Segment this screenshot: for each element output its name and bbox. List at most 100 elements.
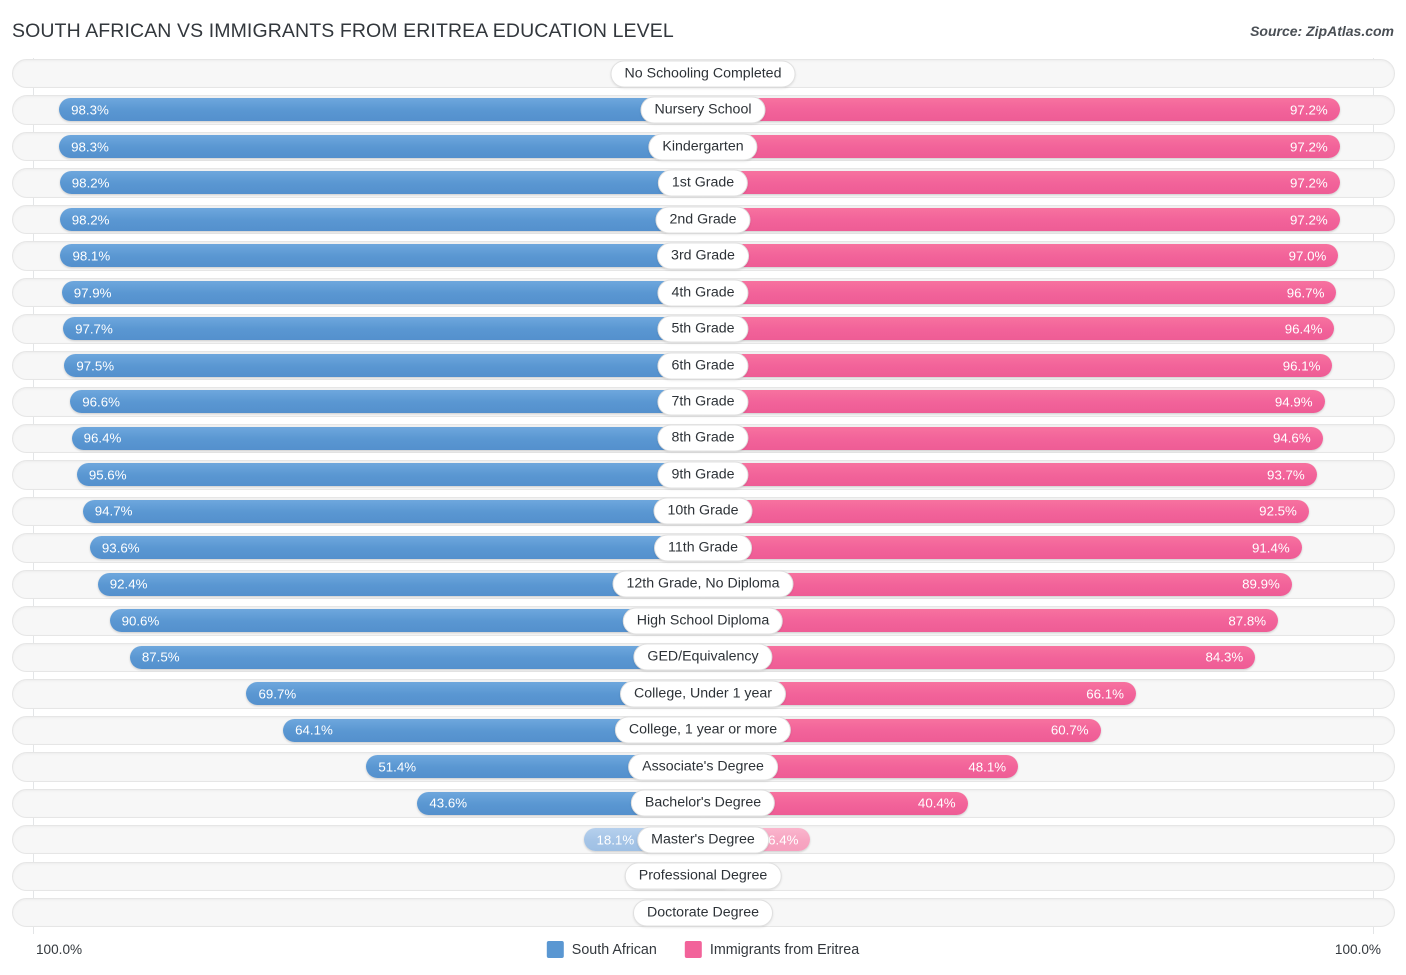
chart-row: 18.1% 16.4% Master's Degree (0, 824, 1406, 855)
bar-south-african (59, 98, 703, 122)
chart-row: 1.8%2.8%No Schooling Completed (0, 58, 1406, 89)
value-label-immigrants-eritrea: 94.6% (1272, 430, 1311, 446)
category-label[interactable]: Kindergarten (648, 133, 758, 161)
value-label-immigrants-eritrea: 66.1% (1086, 686, 1124, 702)
bar-south-african (63, 317, 703, 341)
value-label-immigrants-eritrea: 91.4% (1251, 540, 1290, 556)
bar-immigrants-eritrea (703, 390, 1325, 414)
category-label[interactable]: 5th Grade (657, 315, 749, 343)
category-label[interactable]: Bachelor's Degree (630, 789, 776, 817)
value-label-immigrants-eritrea: 84.3% (1205, 649, 1244, 665)
value-label-immigrants-eritrea: 96.1% (1282, 358, 1321, 374)
value-label-immigrants-eritrea: 97.2% (1289, 212, 1328, 228)
category-label[interactable]: 1st Grade (657, 169, 749, 197)
chart-row: 43.6% 40.4% Bachelor's Degree (0, 788, 1406, 819)
category-label[interactable]: 10th Grade (653, 497, 753, 525)
category-label[interactable]: 8th Grade (657, 424, 749, 452)
bar-south-african (70, 390, 703, 414)
category-label[interactable]: Professional Degree (624, 862, 782, 890)
bar-south-african (82, 499, 703, 523)
value-label-immigrants-eritrea: 96.7% (1286, 285, 1325, 301)
bar-immigrants-eritrea (703, 645, 1256, 669)
bar-south-african (61, 280, 703, 304)
chart-row: 64.1% 60.7% College, 1 year or more (0, 715, 1406, 746)
value-label-south-african: 96.4% (83, 430, 122, 446)
bar-immigrants-eritrea (703, 463, 1317, 487)
value-label-south-african: 98.2% (71, 175, 110, 191)
bar-south-african (129, 645, 703, 669)
category-label[interactable]: Associate's Degree (628, 753, 778, 781)
value-label-immigrants-eritrea: 97.2% (1289, 139, 1328, 155)
value-label-south-african: 69.7% (258, 686, 297, 702)
bar-south-african (109, 609, 703, 633)
value-label-immigrants-eritrea: 40.4% (917, 795, 956, 811)
bar-south-african (59, 207, 703, 231)
value-label-south-african: 97.9% (73, 285, 112, 301)
bar-south-african (64, 353, 703, 377)
value-label-south-african: 94.7% (94, 503, 133, 519)
chart-page: SOUTH AFRICAN VS IMMIGRANTS FROM ERITREA… (0, 0, 1406, 975)
value-label-south-african: 98.3% (71, 102, 109, 118)
category-label[interactable]: 9th Grade (657, 461, 749, 489)
bar-immigrants-eritrea (703, 171, 1340, 195)
value-label-immigrants-eritrea: 97.2% (1289, 175, 1328, 191)
value-label-immigrants-eritrea: 92.5% (1259, 503, 1297, 519)
value-label-immigrants-eritrea: 96.4% (1284, 321, 1323, 337)
category-label[interactable]: Doctorate Degree (633, 899, 773, 927)
category-label[interactable]: 12th Grade, No Diploma (612, 570, 794, 598)
value-label-south-african: 98.2% (71, 212, 110, 228)
chart-row: 87.5% 84.3% GED/Equivalency (0, 642, 1406, 673)
value-label-south-african: 96.6% (82, 394, 120, 410)
chart-row: 90.6% 87.8% High School Diploma (0, 605, 1406, 636)
bar-south-african (59, 134, 703, 158)
chart-row: 94.7% 92.5% 10th Grade (0, 496, 1406, 527)
legend-item-south-african[interactable]: South African (546, 941, 657, 958)
bar-immigrants-eritrea (703, 207, 1340, 231)
value-label-immigrants-eritrea: 93.7% (1267, 467, 1305, 483)
bar-immigrants-eritrea (703, 317, 1335, 341)
category-label[interactable]: 6th Grade (657, 352, 749, 380)
chart-row: 98.3% 97.2% Nursery School (0, 94, 1406, 125)
chart-row: 51.4% 48.1% Associate's Degree (0, 751, 1406, 782)
category-label[interactable]: No Schooling Completed (610, 60, 796, 88)
chart-plot-area: 1.8%2.8%No Schooling Completed 98.3% 97.2%… (0, 58, 1406, 938)
value-label-south-african: 18.1% (596, 832, 635, 848)
chart-row: 98.3% 97.2% Kindergarten (0, 131, 1406, 162)
bar-immigrants-eritrea (703, 353, 1333, 377)
category-label[interactable]: College, 1 year or more (614, 716, 792, 744)
value-label-south-african: 98.1% (72, 248, 111, 264)
bar-south-african (60, 244, 703, 268)
axis-label-right: 100.0% (1334, 942, 1381, 957)
bar-immigrants-eritrea (703, 426, 1323, 450)
category-label[interactable]: College, Under 1 year (619, 680, 787, 708)
category-label[interactable]: 2nd Grade (655, 206, 751, 234)
value-label-immigrants-eritrea: 87.8% (1228, 613, 1267, 629)
chart-row: 97.9% 96.7% 4th Grade (0, 277, 1406, 308)
source-attribution: Source: ZipAtlas.com (1250, 23, 1394, 39)
value-label-south-african: 90.6% (121, 613, 160, 629)
category-label[interactable]: Master's Degree (637, 826, 769, 854)
chart-legend: South African Immigrants from Eritrea (546, 941, 859, 958)
category-label[interactable]: 4th Grade (657, 279, 749, 307)
chart-row: 2.3%2.1%Doctorate Degree (0, 897, 1406, 928)
legend-item-immigrants-eritrea[interactable]: Immigrants from Eritrea (684, 941, 859, 958)
value-label-immigrants-eritrea: 97.2% (1289, 102, 1328, 118)
value-label-immigrants-eritrea: 60.7% (1050, 722, 1089, 738)
value-label-south-african: 93.6% (101, 540, 140, 556)
bar-south-african (76, 463, 703, 487)
chart-row: 98.2% 97.2% 2nd Grade (0, 204, 1406, 235)
legend-label-south-african: South African (571, 941, 657, 958)
category-label[interactable]: 3rd Grade (657, 242, 749, 270)
category-label[interactable]: GED/Equivalency (633, 643, 773, 671)
value-label-south-african: 95.6% (88, 467, 127, 483)
value-label-south-african: 97.5% (76, 358, 115, 374)
category-label[interactable]: 11th Grade (654, 534, 752, 562)
category-label[interactable]: High School Diploma (622, 607, 784, 635)
category-label[interactable]: 7th Grade (657, 388, 749, 416)
legend-swatch-pink (684, 941, 702, 958)
chart-row: 96.4% 94.6% 8th Grade (0, 423, 1406, 454)
value-label-immigrants-eritrea: 89.9% (1242, 576, 1280, 592)
category-label[interactable]: Nursery School (640, 96, 766, 124)
value-label-immigrants-eritrea: 94.9% (1274, 394, 1313, 410)
chart-row: 97.5% 96.1% 6th Grade (0, 350, 1406, 381)
